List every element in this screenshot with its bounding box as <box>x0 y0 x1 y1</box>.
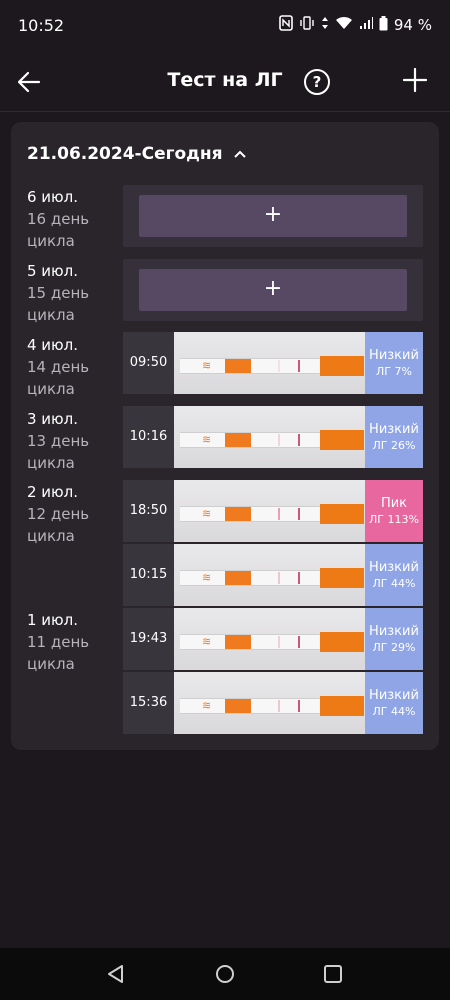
day-cycle: 14 день цикла <box>27 358 90 398</box>
day-cycle: 11 день цикла <box>27 633 90 673</box>
result-percent: ЛГ 26% <box>372 439 416 452</box>
test-time: 18:50 <box>123 480 174 542</box>
result-level: Низкий <box>369 560 419 575</box>
day-label: 6 июл. 16 день цикла <box>27 186 97 252</box>
chevron-up-icon <box>233 150 246 158</box>
vibrate-icon <box>299 16 315 34</box>
day-cycle: 13 день цикла <box>27 432 90 472</box>
test-strip-photo: ≋ <box>174 544 365 606</box>
add-test-slot: + <box>123 185 423 247</box>
day-label: 2 июл. 12 день цикла <box>27 481 97 547</box>
wifi-icon <box>335 16 353 34</box>
test-result-badge: Низкий ЛГ 7% <box>365 332 423 394</box>
test-time: 09:50 <box>123 332 174 394</box>
day-cycle: 16 день цикла <box>27 210 90 250</box>
nav-home-icon[interactable] <box>215 964 235 988</box>
date-range-toggle[interactable]: 21.06.2024-Сегодня <box>27 144 247 164</box>
battery-icon <box>379 15 388 35</box>
day-date: 2 июл. <box>27 483 79 501</box>
result-level: Низкий <box>369 348 419 363</box>
test-result-row[interactable]: 15:36 ≋ Низкий ЛГ 44% <box>123 672 423 734</box>
data-arrows-icon <box>321 16 329 34</box>
day-label: 1 июл. 11 день цикла <box>27 609 97 675</box>
nav-back-icon[interactable] <box>106 964 126 988</box>
result-level: Низкий <box>369 422 419 437</box>
result-percent: ЛГ 44% <box>372 705 416 718</box>
test-time: 10:15 <box>123 544 174 606</box>
day-date: 5 июл. <box>27 262 79 280</box>
day-cycle: 15 день цикла <box>27 284 90 324</box>
status-bar: 10:52 94 % <box>0 0 450 50</box>
day-label: 3 июл. 13 день цикла <box>27 408 97 474</box>
add-test-button[interactable]: + <box>139 269 407 311</box>
test-time: 15:36 <box>123 672 174 734</box>
test-strip-photo: ≋ <box>174 480 365 542</box>
test-result-badge: Низкий ЛГ 26% <box>365 406 423 468</box>
result-percent: ЛГ 7% <box>376 365 412 378</box>
test-strip-photo: ≋ <box>174 672 365 734</box>
test-strip-photo: ≋ <box>174 608 365 670</box>
test-strip-photo: ≋ <box>174 406 365 468</box>
test-result-row[interactable]: 18:50 ≋ Пик ЛГ 113% <box>123 480 423 542</box>
day-date: 1 июл. <box>27 611 79 629</box>
help-icon[interactable]: ? <box>304 69 330 95</box>
test-strip-photo: ≋ <box>174 332 365 394</box>
test-result-row[interactable]: 10:16 ≋ Низкий ЛГ 26% <box>123 406 423 468</box>
test-result-row[interactable]: 09:50 ≋ Низкий ЛГ 7% <box>123 332 423 394</box>
day-date: 6 июл. <box>27 188 79 206</box>
test-result-row[interactable]: 10:15 ≋ Низкий ЛГ 44% <box>123 544 423 606</box>
day-date: 3 июл. <box>27 410 79 428</box>
day-label: 5 июл. 15 день цикла <box>27 260 97 326</box>
nav-recents-icon[interactable] <box>323 964 343 988</box>
result-percent: ЛГ 113% <box>369 513 419 526</box>
result-percent: ЛГ 29% <box>372 641 416 654</box>
app-bar: Тест на ЛГ ? <box>0 55 450 112</box>
date-range-label: 21.06.2024-Сегодня <box>27 144 223 164</box>
signal-icon <box>359 16 373 34</box>
plus-icon[interactable] <box>400 65 430 95</box>
result-percent: ЛГ 44% <box>372 577 416 590</box>
page-title: Тест на ЛГ <box>167 69 283 91</box>
result-level: Низкий <box>369 624 419 639</box>
result-level: Пик <box>380 496 408 511</box>
add-test-button[interactable]: + <box>139 195 407 237</box>
test-result-row[interactable]: 19:43 ≋ Низкий ЛГ 29% <box>123 608 423 670</box>
test-result-badge: Низкий ЛГ 44% <box>365 544 423 606</box>
test-result-badge: Низкий ЛГ 29% <box>365 608 423 670</box>
status-time: 10:52 <box>18 16 65 35</box>
test-time: 10:16 <box>123 406 174 468</box>
result-level: Низкий <box>369 688 419 703</box>
system-nav-bar <box>0 948 450 1000</box>
nfc-icon <box>279 15 293 35</box>
day-date: 4 июл. <box>27 336 79 354</box>
status-icons: 94 % <box>279 15 432 35</box>
test-result-badge: Низкий ЛГ 44% <box>365 672 423 734</box>
day-label: 4 июл. 14 день цикла <box>27 334 97 400</box>
battery-percent: 94 % <box>393 16 432 34</box>
test-result-badge: Пик ЛГ 113% <box>365 480 423 542</box>
add-test-slot: + <box>123 259 423 321</box>
test-history-card: 21.06.2024-Сегодня 6 июл. 16 день цикла … <box>11 122 439 750</box>
day-cycle: 12 день цикла <box>27 505 90 545</box>
test-time: 19:43 <box>123 608 174 670</box>
